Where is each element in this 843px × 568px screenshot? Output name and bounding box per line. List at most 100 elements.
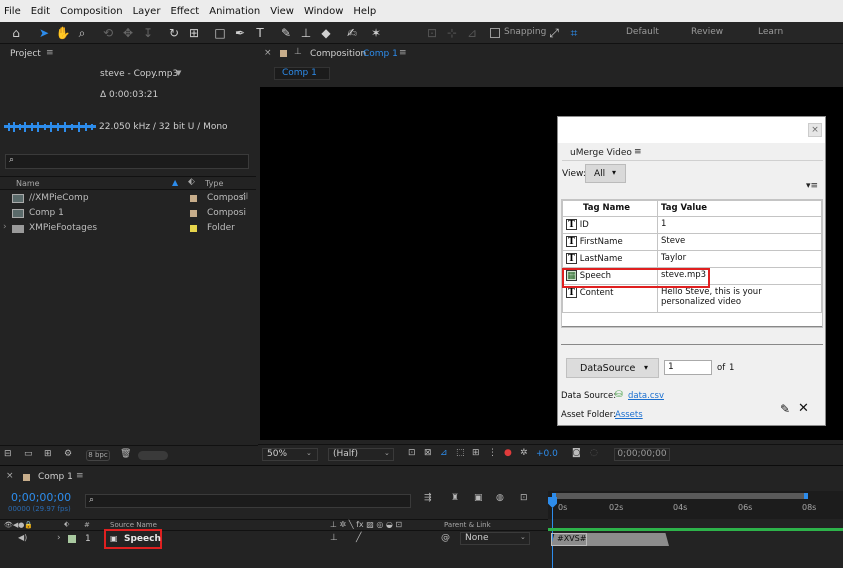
close-icon[interactable]: × <box>264 48 272 58</box>
lock-icon[interactable]: ⊥ <box>294 47 302 57</box>
grid-guides-icon[interactable]: ⊞ <box>472 448 480 458</box>
composition-panel-title[interactable]: Composition <box>310 49 366 59</box>
close-icon[interactable]: × <box>6 471 14 481</box>
shy-switch-icon[interactable]: ⊥ <box>330 533 338 543</box>
layer-row[interactable]: ◀) › 1 ▣ Speech ⊥ ╱ @ None ⌄ <box>0 529 548 549</box>
region-of-interest-icon[interactable]: ⬚ <box>456 448 465 458</box>
label-color-swatch[interactable] <box>190 225 197 232</box>
home-icon[interactable]: ⌂ <box>8 25 24 41</box>
menu-composition[interactable]: Composition <box>60 6 122 17</box>
label-color-swatch[interactable] <box>190 210 197 217</box>
composition-name-dropdown[interactable]: Comp 1 <box>363 49 398 59</box>
record-number-input[interactable]: 1 <box>664 360 712 375</box>
axis-view-icon[interactable]: ⊿ <box>464 25 480 41</box>
show-snapshot-icon[interactable]: ◌ <box>590 448 598 458</box>
thumbnail-size-slider[interactable] <box>138 451 168 460</box>
workspace-default[interactable]: Default <box>626 27 659 37</box>
datasource-dropdown[interactable]: DataSource ▾ <box>566 358 659 378</box>
bit-depth-button[interactable]: 8 bpc <box>86 450 110 461</box>
expand-arrow-icon[interactable]: › <box>57 533 61 543</box>
column-name[interactable]: Name <box>16 179 40 188</box>
project-settings-icon[interactable]: ⚙ <box>64 449 72 459</box>
project-search-input[interactable] <box>5 154 249 169</box>
column-type[interactable]: Type <box>205 179 223 188</box>
menu-view[interactable]: View <box>270 6 294 17</box>
graph-editor-icon[interactable]: ⊡ <box>520 493 528 503</box>
puppet-pin-icon[interactable]: ✶ <box>368 25 384 41</box>
work-area-bar[interactable] <box>552 493 808 499</box>
pen-tool-icon[interactable]: ✒ <box>232 25 248 41</box>
clone-stamp-icon[interactable]: ⊥ <box>298 25 314 41</box>
panel-menu-icon[interactable]: ≡ <box>634 147 642 157</box>
fast-previews-icon[interactable]: ⊡ <box>408 448 416 458</box>
view-dropdown[interactable]: All ▾ <box>585 164 626 183</box>
layer-name[interactable]: Speech <box>124 534 161 544</box>
pan-behind-icon[interactable]: ⊞ <box>186 25 202 41</box>
disconnect-icon[interactable]: ✕ <box>798 401 809 416</box>
timeline-timecode[interactable]: 0;00;00;00 <box>11 491 71 504</box>
snap-target-icon[interactable]: ⌗ <box>566 25 582 41</box>
selection-tool-icon[interactable]: ➤ <box>36 25 52 41</box>
brush-tool-icon[interactable]: ✎ <box>278 25 294 41</box>
menu-window[interactable]: Window <box>304 6 343 17</box>
quality-switch-icon[interactable]: ╱ <box>356 533 361 543</box>
timeline-tab-title[interactable]: Comp 1 <box>38 472 73 482</box>
close-icon[interactable]: × <box>808 123 822 137</box>
color-channels-icon[interactable]: ● <box>504 448 512 458</box>
menu-edit[interactable]: Edit <box>31 6 50 17</box>
axis-world-icon[interactable]: ⊹ <box>444 25 460 41</box>
project-item[interactable]: Comp 1 Composi <box>0 206 256 221</box>
menu-help[interactable]: Help <box>353 6 376 17</box>
panel-menu-icon[interactable]: ≡ <box>399 48 407 58</box>
edit-pencil-icon[interactable]: ✎ <box>780 402 790 416</box>
dolly-camera-icon[interactable]: ↧ <box>140 25 156 41</box>
roto-brush-icon[interactable]: ✍ <box>344 25 360 41</box>
options-menu-icon[interactable]: ▾≡ <box>806 181 818 191</box>
pan-camera-icon[interactable]: ✥ <box>120 25 136 41</box>
type-tool-icon[interactable]: T <box>252 25 268 41</box>
audio-speaker-icon[interactable]: ◀) <box>18 533 27 542</box>
shy-layers-icon[interactable]: ♜ <box>451 493 459 503</box>
project-item[interactable]: › XMPieFootages Folder <box>0 221 256 236</box>
channel-icon[interactable]: ⋮ <box>488 448 497 458</box>
pick-whip-icon[interactable]: @ <box>441 533 450 543</box>
label-tag-icon[interactable]: ⬖ <box>188 177 195 187</box>
workspace-learn[interactable]: Learn <box>758 27 783 37</box>
data-source-link[interactable]: data.csv <box>628 391 664 401</box>
panel-menu-icon[interactable]: ≡ <box>46 48 54 58</box>
axis-local-icon[interactable]: ⊡ <box>424 25 440 41</box>
rotate-tool-icon[interactable]: ↻ <box>166 25 182 41</box>
tab-comp-1[interactable]: Comp 1 <box>274 67 330 80</box>
trash-icon[interactable]: 🗑 <box>120 449 131 459</box>
panel-menu-icon[interactable]: ≡ <box>76 471 84 481</box>
current-time-display[interactable]: 0;00;00;00 <box>614 448 670 461</box>
table-row[interactable]: T ID 1 <box>562 216 822 234</box>
table-row[interactable]: T LastName Taylor <box>562 250 822 268</box>
project-panel-title[interactable]: Project <box>10 49 41 59</box>
column-source-name[interactable]: Source Name <box>110 521 157 529</box>
interpret-footage-icon[interactable]: ⊟ <box>4 449 12 459</box>
hand-tool-icon[interactable]: ✋ <box>55 25 71 41</box>
orbit-camera-icon[interactable]: ⟲ <box>100 25 116 41</box>
label-color-swatch[interactable] <box>68 535 76 543</box>
zoom-tool-icon[interactable]: ⌕ <box>74 25 90 41</box>
snapping-checkbox[interactable] <box>490 28 500 38</box>
new-composition-icon[interactable]: ⊞ <box>44 449 52 459</box>
umerge-panel-title[interactable]: uMerge Video <box>570 148 632 158</box>
asset-folder-link[interactable]: Assets <box>615 410 643 420</box>
menu-animation[interactable]: Animation <box>209 6 260 17</box>
menu-layer[interactable]: Layer <box>133 6 161 17</box>
motion-blur-icon[interactable]: ◍ <box>496 493 504 503</box>
color-management-icon[interactable]: ✲ <box>520 448 528 458</box>
menu-effect[interactable]: Effect <box>170 6 199 17</box>
expand-arrow-icon[interactable]: › <box>3 222 7 232</box>
label-color-swatch[interactable] <box>190 195 197 202</box>
menu-file[interactable]: File <box>4 6 21 17</box>
mask-visibility-icon[interactable]: ⊿ <box>440 448 448 458</box>
workspace-review[interactable]: Review <box>691 27 723 37</box>
sort-up-icon[interactable]: ▲ <box>172 178 178 187</box>
time-ruler[interactable]: 0s 02s 04s 06s 08s <box>548 491 843 519</box>
chevron-down-icon[interactable]: ▼ <box>176 69 181 77</box>
column-parent-link[interactable]: Parent & Link <box>444 521 491 529</box>
exposure-value[interactable]: +0.0 <box>536 449 558 459</box>
